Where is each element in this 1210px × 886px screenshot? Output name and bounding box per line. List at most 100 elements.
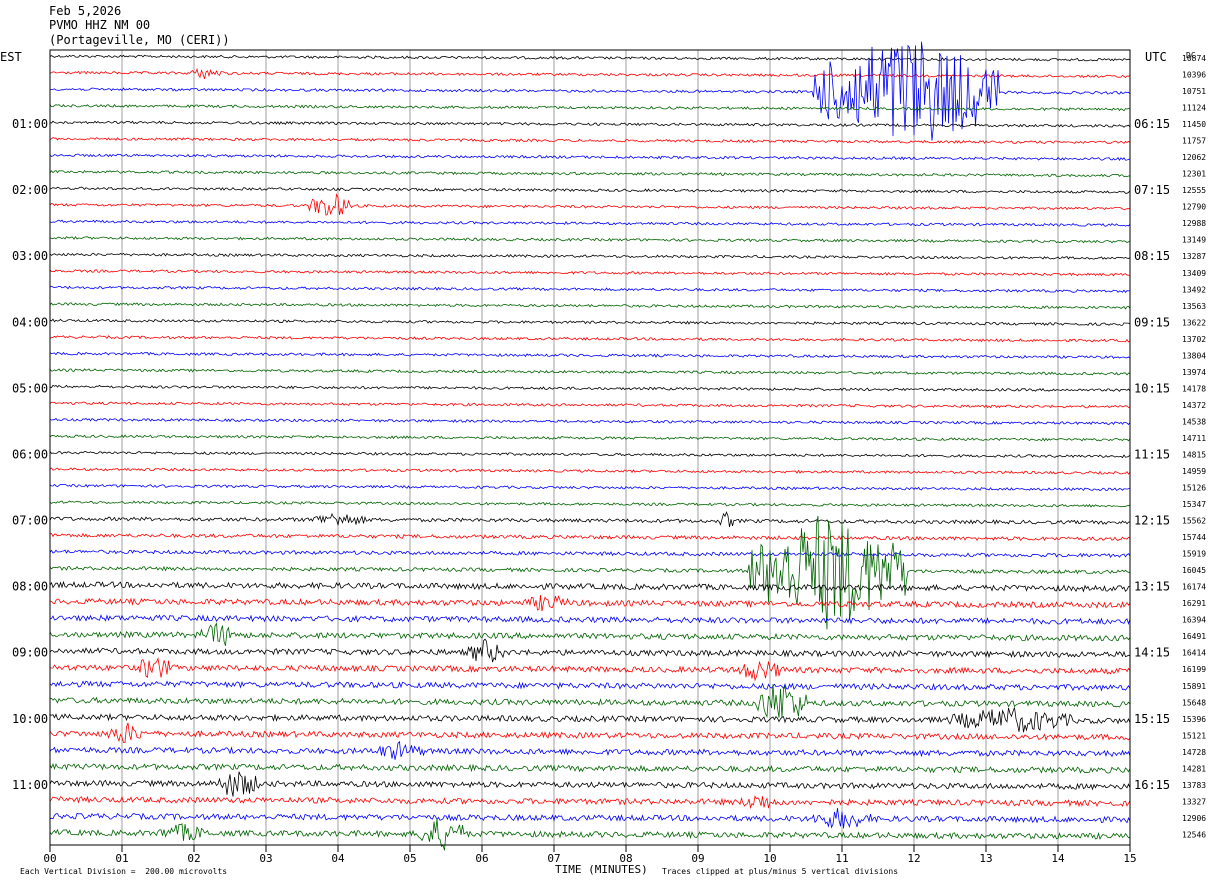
dc-offset-label: 12062 <box>1182 153 1206 162</box>
dc-offset-label: 15744 <box>1182 533 1206 542</box>
dc-offset-label: 13492 <box>1182 285 1206 294</box>
trace-31 <box>49 515 1131 630</box>
trace-15 <box>49 302 1131 310</box>
x-tick-label-15: 15 <box>1123 852 1136 865</box>
trace-40 <box>49 707 1131 733</box>
left-time-label: 11:00 <box>12 778 48 792</box>
dc-offset-label: 16491 <box>1182 632 1206 641</box>
trace-12 <box>49 252 1131 260</box>
dc-offset-label: 13149 <box>1182 236 1206 245</box>
dc-offset-label: 14281 <box>1182 764 1206 773</box>
trace-20 <box>49 384 1131 392</box>
left-time-label: 04:00 <box>12 315 48 329</box>
trace-36 <box>49 638 1131 663</box>
trace-4 <box>49 120 1131 128</box>
left-time-label: 03:00 <box>12 249 48 263</box>
trace-21 <box>49 401 1131 409</box>
dc-offset-label: 12906 <box>1182 814 1206 823</box>
clip-note: Traces clipped at plus/minus 5 vertical … <box>662 867 899 876</box>
right-time-label: 16:15 <box>1134 778 1170 792</box>
dc-offset-label: 13287 <box>1182 252 1206 261</box>
dc-offset-label: 14959 <box>1182 467 1206 476</box>
dc-offset-label: 11124 <box>1182 104 1206 113</box>
dc-offset-label: 14711 <box>1182 434 1206 443</box>
dc-offset-label: 14728 <box>1182 748 1206 757</box>
right-time-label: 09:15 <box>1134 315 1170 329</box>
dc-offset-label: 13804 <box>1182 351 1206 360</box>
dc-offset-label: 16414 <box>1182 649 1206 658</box>
trace-43 <box>49 762 1131 774</box>
dc-offset-label: 15562 <box>1182 517 1206 526</box>
trace-14 <box>49 285 1131 294</box>
trace-46 <box>49 808 1131 829</box>
left-time-label: 07:00 <box>12 514 48 528</box>
dc-offset-label: 15347 <box>1182 500 1206 509</box>
left-time-label: 08:00 <box>12 580 48 594</box>
trace-8 <box>49 186 1131 194</box>
dc-offset-label: 12546 <box>1182 830 1206 839</box>
trace-18 <box>49 351 1131 360</box>
dc-offset-label: 13409 <box>1182 269 1206 278</box>
dc-offset-label: 13622 <box>1182 318 1206 327</box>
dc-offset-label: 15648 <box>1182 698 1206 707</box>
dc-offset-label: 12790 <box>1182 203 1206 212</box>
dc-offset-label: 14372 <box>1182 401 1206 410</box>
x-tick-label-06: 06 <box>475 852 488 865</box>
dc-offset-label: 16045 <box>1182 566 1206 575</box>
left-time-label: 10:00 <box>12 712 48 726</box>
x-tick-label-04: 04 <box>331 852 345 865</box>
dc-offset-label: 16394 <box>1182 616 1206 625</box>
seismogram-plot: 00 01 02 03 04 05 06 07 08 09 10 11 12 13 14 1510874103… <box>0 41 1206 865</box>
trace-25 <box>49 467 1131 475</box>
trace-29 <box>49 532 1131 541</box>
dc-offset-label: 13783 <box>1182 781 1206 790</box>
dc-offset-label: 15891 <box>1182 682 1206 691</box>
left-timezone-label: EST <box>0 50 22 64</box>
right-time-label: 12:15 <box>1134 514 1170 528</box>
trace-28 <box>49 511 1131 528</box>
trace-45 <box>49 795 1131 810</box>
left-time-label: 01:00 <box>12 117 48 131</box>
x-tick-label-12: 12 <box>907 852 920 865</box>
trace-32 <box>49 580 1131 593</box>
dc-offset-label: 14815 <box>1182 450 1206 459</box>
trace-7 <box>49 169 1131 178</box>
trace-5 <box>49 137 1131 144</box>
trace-44 <box>49 771 1131 797</box>
trace-9 <box>49 193 1131 216</box>
right-timezone-label: UTC <box>1145 50 1167 64</box>
trace-16 <box>49 318 1131 326</box>
trace-6 <box>49 153 1131 161</box>
dc-header-label: DC <box>1186 51 1196 60</box>
dc-offset-label: 13702 <box>1182 335 1206 344</box>
left-time-label: 09:00 <box>12 646 48 660</box>
x-axis-title: TIME (MINUTES) <box>555 863 648 876</box>
x-tick-label-05: 05 <box>403 852 416 865</box>
x-tick-label-11: 11 <box>835 852 848 865</box>
trace-39 <box>49 684 1131 718</box>
dc-offset-label: 16291 <box>1182 599 1206 608</box>
trace-22 <box>49 417 1131 426</box>
right-time-label: 07:15 <box>1134 183 1170 197</box>
dc-offset-label: 11757 <box>1182 137 1206 146</box>
trace-13 <box>49 269 1131 277</box>
right-time-label: 14:15 <box>1134 646 1170 660</box>
left-time-label: 02:00 <box>12 183 48 197</box>
dc-offset-label: 14538 <box>1182 417 1206 426</box>
right-time-label: 06:15 <box>1134 117 1170 131</box>
right-time-label: 13:15 <box>1134 580 1170 594</box>
dc-offset-label: 13327 <box>1182 797 1206 806</box>
trace-11 <box>49 235 1131 244</box>
trace-35 <box>49 622 1131 646</box>
left-time-label: 06:00 <box>12 447 48 461</box>
x-tick-label-10: 10 <box>763 852 776 865</box>
dc-offset-label: 15919 <box>1182 550 1206 559</box>
dc-offset-label: 16174 <box>1182 583 1206 592</box>
trace-24 <box>49 451 1131 459</box>
x-tick-label-14: 14 <box>1051 852 1065 865</box>
dc-offset-label: 14178 <box>1182 384 1206 393</box>
dc-offset-label: 10396 <box>1182 71 1206 80</box>
trace-33 <box>50 595 1131 612</box>
trace-42 <box>49 740 1131 760</box>
trace-23 <box>49 434 1131 442</box>
